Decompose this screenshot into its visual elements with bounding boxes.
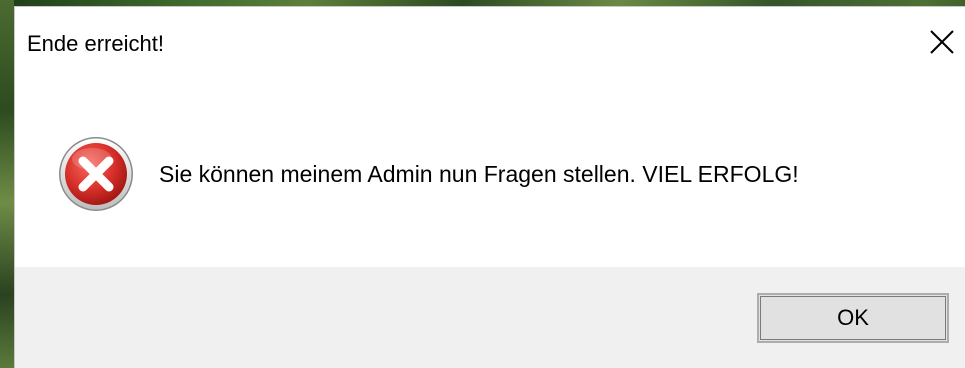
error-icon (59, 137, 133, 211)
close-icon (930, 30, 954, 54)
dialog-content: Sie können meinem Admin nun Fragen stell… (15, 79, 965, 267)
close-button[interactable] (919, 19, 965, 65)
ok-button[interactable]: OK (757, 293, 949, 343)
title-bar[interactable]: Ende erreicht! (15, 7, 965, 79)
dialog-title: Ende erreicht! (27, 31, 164, 56)
dialog-footer: OK (15, 267, 965, 368)
dialog-message: Sie können meinem Admin nun Fragen stell… (159, 161, 799, 187)
desktop-background (0, 0, 14, 368)
message-dialog: Ende erreicht! Sie können meinem Admin n… (14, 6, 965, 368)
